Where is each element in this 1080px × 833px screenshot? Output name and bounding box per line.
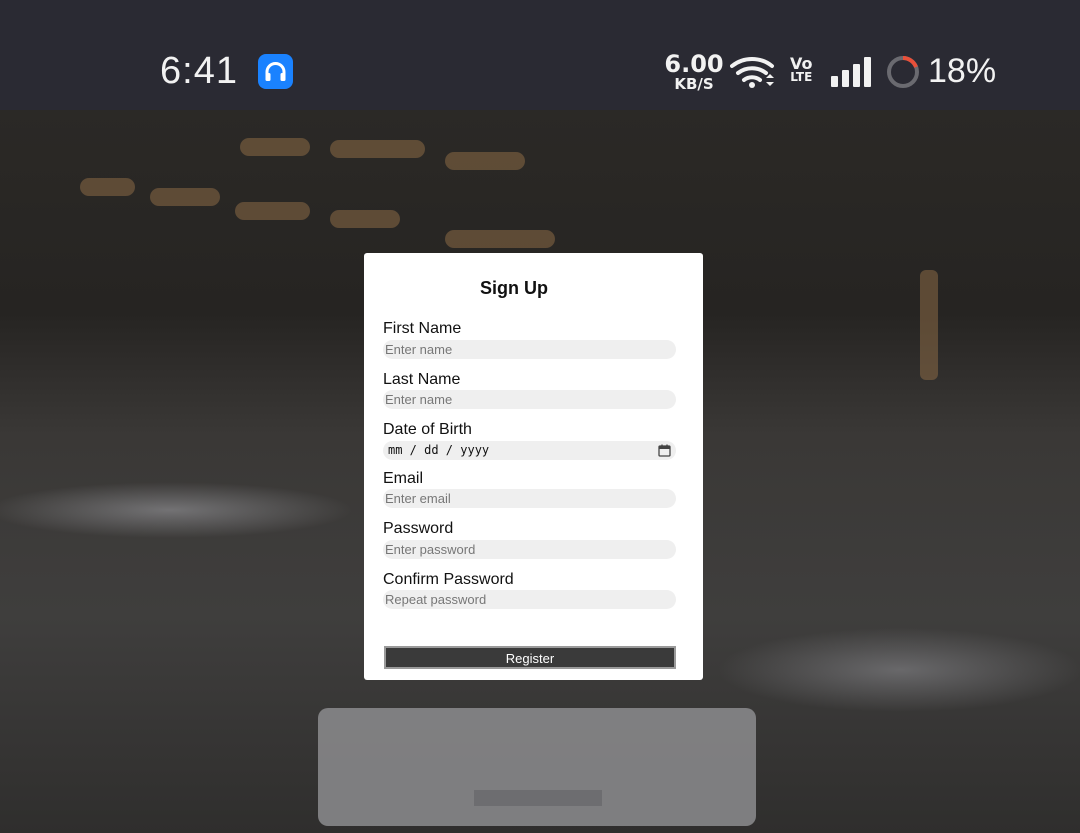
network-speed-unit: KB/S xyxy=(674,75,714,93)
battery-ring-icon xyxy=(885,54,921,95)
headset-icon xyxy=(258,54,293,89)
date-of-birth-label: Date of Birth xyxy=(383,421,472,438)
signal-strength-icon xyxy=(830,56,876,93)
last-name-input[interactable] xyxy=(383,390,676,409)
first-name-label: First Name xyxy=(383,320,462,337)
email-label: Email xyxy=(383,470,424,487)
signup-form: Sign Up First Name Last Name Date of Bir… xyxy=(364,253,703,680)
network-speed-value: 6.00 xyxy=(664,50,724,78)
date-of-birth-value: mm / dd / yyyy xyxy=(388,443,490,457)
volte-bottom-text: LTE xyxy=(790,70,813,84)
form-title: Sign Up xyxy=(480,278,548,298)
clock: 6:41 xyxy=(160,50,238,92)
confirm-password-input[interactable] xyxy=(383,590,676,609)
password-input[interactable] xyxy=(383,540,676,559)
register-button[interactable]: Register xyxy=(384,646,676,669)
volte-top-text: Vo xyxy=(790,54,813,73)
password-label: Password xyxy=(383,520,454,537)
status-bar: 6:41 6.00 KB/S Vo LTE 18% xyxy=(0,0,1080,110)
calendar-icon[interactable] xyxy=(658,444,671,462)
battery-percent: 18% xyxy=(928,52,997,90)
network-speed: 6.00 KB/S xyxy=(664,52,724,92)
volte-indicator: Vo LTE xyxy=(790,56,813,84)
email-input[interactable] xyxy=(383,489,676,508)
wifi-icon xyxy=(730,54,778,95)
confirm-password-label: Confirm Password xyxy=(383,571,514,588)
date-of-birth-input[interactable]: mm / dd / yyyy xyxy=(383,441,676,460)
first-name-input[interactable] xyxy=(383,340,676,359)
last-name-label: Last Name xyxy=(383,371,461,388)
